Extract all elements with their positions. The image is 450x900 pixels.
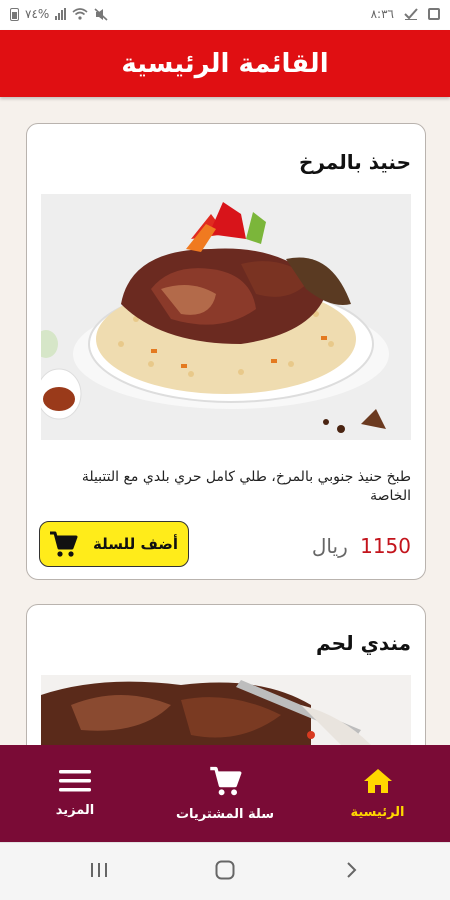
recent-apps-icon[interactable] [88,859,110,881]
product-list[interactable]: حنيذ بالمرخ طبخ حنيذ جنوبي بالمرخ، طلي ك… [0,97,450,745]
nav-home-label: الرئيسية [350,805,405,820]
page-title: القائمة الرئيسية [121,48,329,79]
battery-percent: ٧٤% [25,7,50,21]
check-icon [404,8,418,20]
app-header: القائمة الرئيسية [0,30,450,97]
back-icon[interactable] [340,859,362,881]
signal-icon [55,8,67,20]
battery-icon [10,7,19,21]
price-currency: ريال [311,534,348,558]
nav-more-label: المزيد [55,803,95,818]
price-amount: 1150 [360,534,411,558]
home-icon [363,769,392,793]
cart-icon [50,531,78,557]
wifi-icon [72,8,88,20]
nav-cart[interactable]: سلة المشتريات [160,745,290,842]
home-button-icon[interactable] [214,859,236,881]
product-image[interactable] [41,675,411,745]
product-card[interactable]: حنيذ بالمرخ طبخ حنيذ جنوبي بالمرخ، طلي ك… [26,123,426,580]
dish-photo [41,675,411,745]
add-to-cart-label: أضف للسلة [93,535,178,553]
nav-cart-label: سلة المشتريات [175,807,274,822]
product-name: مندي لحم [316,631,411,655]
product-price: 1150 ريال [312,534,411,558]
dish-photo [41,194,411,440]
system-navigation-bar [0,842,450,900]
bottom-navigation: الرئيسية سلة المشتريات المزيد [0,745,450,842]
screenshot-icon [428,8,440,20]
product-card[interactable]: مندي لحم [26,604,426,745]
menu-icon [59,770,91,792]
clock: ٨:٣٦ [370,7,394,21]
product-image[interactable] [41,194,411,440]
status-bar: ٧٤% ٨:٣٦ [0,0,450,30]
nav-home[interactable]: الرئيسية [330,745,425,842]
product-description: طبخ حنيذ جنوبي بالمرخ، طلي كامل حري بلدي… [81,469,411,504]
shopping-cart-icon [210,766,242,796]
nav-more[interactable]: المزيد [30,745,120,842]
product-name: حنيذ بالمرخ [298,150,411,174]
mute-icon [94,7,108,21]
status-right: ٨:٣٦ [371,7,440,21]
add-to-cart-button[interactable]: أضف للسلة [39,521,189,567]
status-left: ٧٤% [10,7,108,21]
